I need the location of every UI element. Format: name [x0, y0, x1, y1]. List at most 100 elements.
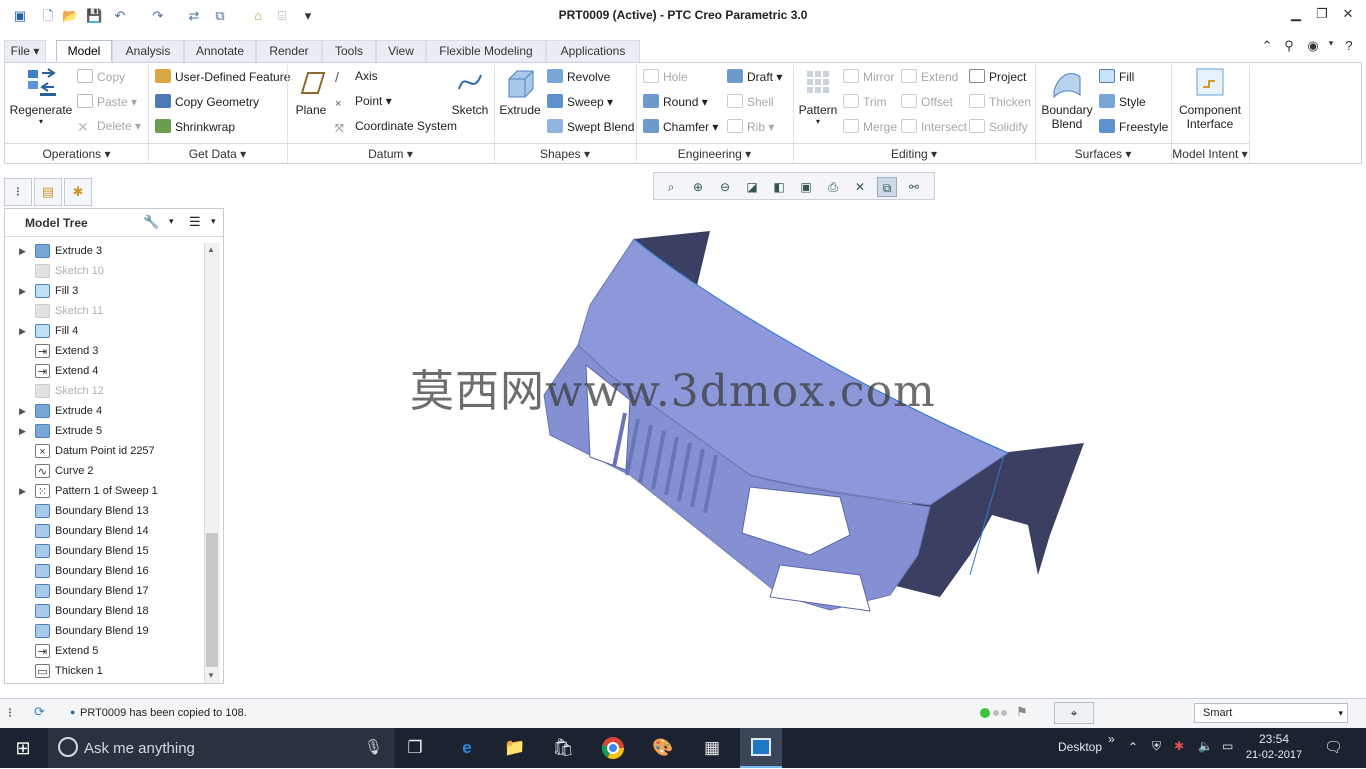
draft-button[interactable]: Draft ▾: [727, 69, 782, 84]
tree-show-icon[interactable]: ☰: [189, 214, 201, 230]
minimize-button[interactable]: ▁: [1284, 6, 1308, 26]
expand-arrow-icon[interactable]: ▶: [19, 481, 26, 501]
tree-scrollbar[interactable]: ▲ ▼: [204, 243, 220, 683]
group-shapes[interactable]: Shapes ▾: [494, 143, 636, 163]
tab-applications[interactable]: Applications: [546, 40, 640, 62]
tree-item[interactable]: Boundary Blend 15: [5, 541, 205, 561]
regenerate-button[interactable]: Regenerate ▾: [9, 67, 73, 126]
search-icon[interactable]: ⚲: [1280, 38, 1298, 56]
group-get-data[interactable]: Get Data ▾: [148, 143, 287, 163]
tree-item[interactable]: ▶ Fill 4: [5, 321, 205, 341]
tab-flexible-modeling[interactable]: Flexible Modeling: [426, 40, 546, 62]
expand-arrow-icon[interactable]: ▶: [19, 241, 26, 261]
tree-item[interactable]: Boundary Blend 14: [5, 521, 205, 541]
spin-center-icon[interactable]: ⚯: [904, 177, 924, 197]
axis-button[interactable]: / Axis: [335, 69, 378, 85]
paste-button[interactable]: Paste ▾: [77, 94, 137, 109]
point-button[interactable]: × Point ▾: [335, 94, 392, 112]
tree-item[interactable]: ⇥ Extend 4: [5, 361, 205, 381]
network-status-icon[interactable]: ⛨: [1152, 739, 1161, 754]
display-style-icon[interactable]: ◧: [769, 177, 789, 197]
sweep-button[interactable]: Sweep ▾: [547, 94, 613, 109]
paint-app-icon[interactable]: 🎨: [648, 734, 678, 762]
creo-taskbar-icon[interactable]: [740, 728, 782, 768]
tree-settings-dropdown-icon[interactable]: ▾: [169, 216, 174, 227]
selection-filter[interactable]: Smart ▾: [1194, 703, 1348, 723]
tree-item[interactable]: Sketch 12: [5, 381, 205, 401]
repaint-icon[interactable]: ◪: [742, 177, 762, 197]
tab-view[interactable]: View: [376, 40, 426, 62]
view-manager-icon[interactable]: ⎙: [823, 177, 843, 197]
annotation-display-icon[interactable]: ⧉: [877, 177, 897, 197]
settings-icon[interactable]: ◉: [1304, 38, 1322, 56]
group-datum[interactable]: Datum ▾: [287, 143, 494, 163]
copy-geometry-button[interactable]: Copy Geometry: [155, 94, 259, 109]
help-icon[interactable]: ?: [1340, 38, 1358, 56]
chamfer-button[interactable]: Chamfer ▾: [643, 119, 718, 134]
antivirus-icon[interactable]: ✱: [1174, 739, 1184, 753]
udf-button[interactable]: User-Defined Feature: [155, 69, 290, 84]
microphone-icon[interactable]: 🎙: [364, 738, 383, 756]
delete-button[interactable]: ✕ Delete ▾: [77, 119, 141, 134]
edge-icon[interactable]: e: [452, 734, 482, 762]
calculator-icon[interactable]: ▦: [697, 734, 727, 762]
trim-button[interactable]: Trim: [843, 94, 887, 109]
style-button[interactable]: Style: [1099, 94, 1146, 109]
plane-button[interactable]: Plane: [291, 67, 331, 117]
component-interface-button[interactable]: Component Interface: [1177, 67, 1243, 131]
tree-item[interactable]: Boundary Blend 16: [5, 561, 205, 581]
tree-item[interactable]: Sketch 11: [5, 301, 205, 321]
boundary-blend-button[interactable]: Boundary Blend: [1039, 67, 1095, 131]
tree-item[interactable]: ∿ Curve 2: [5, 461, 205, 481]
tab-file[interactable]: File ▾: [4, 40, 46, 62]
find-icon[interactable]: ⌖: [1054, 702, 1094, 724]
group-engineering[interactable]: Engineering ▾: [636, 143, 793, 163]
shrinkwrap-button[interactable]: Shrinkwrap: [155, 119, 235, 134]
group-model-intent[interactable]: Model Intent ▾: [1171, 143, 1249, 163]
group-editing[interactable]: Editing ▾: [793, 143, 1035, 163]
flag-icon[interactable]: ⚑: [1016, 704, 1028, 720]
offset-button[interactable]: Offset: [901, 94, 953, 109]
windows-start-icon[interactable]: ⊞: [8, 734, 38, 762]
settings-dropdown-icon[interactable]: ▾: [1322, 38, 1340, 56]
show-hidden-icons-icon[interactable]: ⌃: [1128, 740, 1138, 754]
thicken-button[interactable]: Thicken: [969, 94, 1031, 109]
rib-button[interactable]: Rib ▾: [727, 119, 774, 134]
clock-time[interactable]: 23:54: [1244, 732, 1304, 746]
tab-model[interactable]: Model: [56, 40, 112, 62]
scrollbar-thumb[interactable]: [206, 533, 218, 667]
tree-item[interactable]: Boundary Blend 17: [5, 581, 205, 601]
swept-blend-button[interactable]: Swept Blend: [547, 119, 634, 134]
fill-button[interactable]: Fill: [1099, 69, 1134, 84]
scroll-down-icon[interactable]: ▼: [207, 671, 215, 680]
tree-item[interactable]: Boundary Blend 19: [5, 621, 205, 641]
shell-button[interactable]: Shell: [727, 94, 774, 109]
zoom-out-icon[interactable]: ⊖: [715, 177, 735, 197]
revolve-button[interactable]: Revolve: [547, 69, 610, 84]
file-explorer-icon[interactable]: 📁: [500, 734, 530, 762]
datum-display-icon[interactable]: ✕: [850, 177, 870, 197]
expand-arrow-icon[interactable]: ▶: [19, 401, 26, 421]
extend-button[interactable]: Extend: [901, 69, 958, 84]
expand-arrow-icon[interactable]: ▶: [19, 421, 26, 441]
search-box[interactable]: Ask me anything 🎙: [48, 728, 394, 768]
tree-show-dropdown-icon[interactable]: ▾: [211, 216, 216, 227]
tree-item[interactable]: ▶ Extrude 4: [5, 401, 205, 421]
intersect-button[interactable]: Intersect: [901, 119, 967, 134]
tree-item[interactable]: ⇥ Extend 5: [5, 641, 205, 661]
hole-button[interactable]: Hole: [643, 69, 688, 84]
desktop-toolbar-label[interactable]: Desktop: [1058, 740, 1102, 754]
round-button[interactable]: Round ▾: [643, 94, 708, 109]
toggle-browser-icon[interactable]: ⟳: [34, 704, 45, 720]
expand-arrow-icon[interactable]: ▶: [19, 321, 26, 341]
chrome-icon[interactable]: [598, 734, 628, 762]
action-center-icon[interactable]: 🗨: [1324, 738, 1343, 756]
tree-settings-icon[interactable]: 🔧: [143, 214, 159, 230]
refit-icon[interactable]: ⌕: [661, 177, 681, 197]
project-button[interactable]: Project: [969, 69, 1026, 84]
desktop-expand-icon[interactable]: »: [1108, 732, 1115, 746]
tab-tools[interactable]: Tools: [322, 40, 376, 62]
store-icon[interactable]: 🛍: [548, 734, 578, 762]
tab-annotate[interactable]: Annotate: [184, 40, 256, 62]
freestyle-button[interactable]: Freestyle: [1099, 119, 1168, 134]
